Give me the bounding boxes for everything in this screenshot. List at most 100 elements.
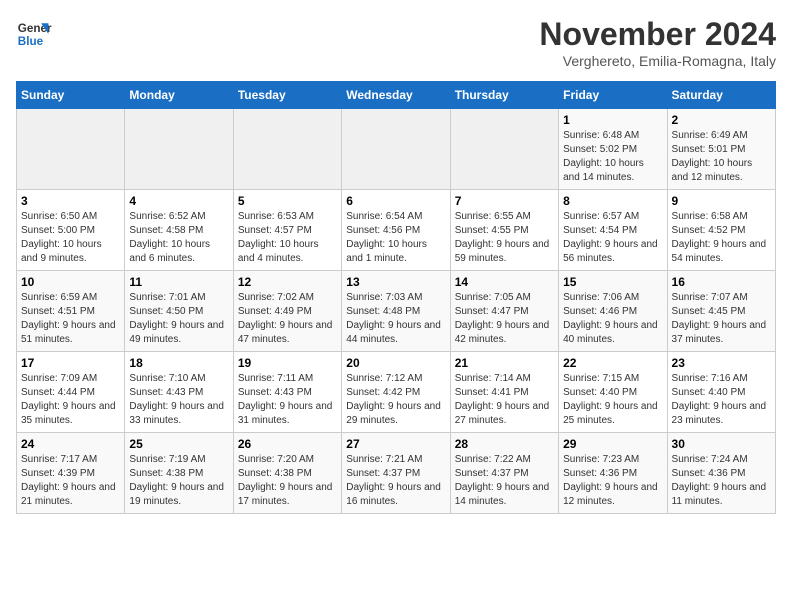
calendar-cell: 14 Sunrise: 7:05 AM Sunset: 4:47 PM Dayli… (450, 271, 558, 352)
day-info: Sunrise: 7:22 AM Sunset: 4:37 PM Dayligh… (455, 453, 554, 509)
day-info: Sunrise: 7:17 AM Sunset: 4:39 PM Dayligh… (21, 453, 120, 509)
calendar-cell: 29Sunrise: 7:23 AM Sunset: 4:36 PM Dayli… (559, 433, 667, 514)
day-number: 18 (129, 356, 228, 370)
week-row-3: 10Sunrise: 6:59 AM Sunset: 4:51 PM Dayli… (17, 271, 776, 352)
day-number: 12 (238, 275, 337, 289)
page-header: General Blue November 2024 Verghereto, E… (16, 16, 776, 69)
day-info: Sunrise: 6:54 AM Sunset: 4:56 PM Dayligh… (346, 210, 445, 266)
day-info: Sunrise: 6:57 AM Sunset: 4:54 PM Dayligh… (563, 210, 662, 266)
week-row-4: 17 Sunrise: 7:09 AM Sunset: 4:44 PM Dayli… (17, 352, 776, 433)
day-number: 26 (238, 437, 337, 451)
day-number: 19 (238, 356, 337, 370)
day-info: Sunrise: 7:07 AM Sunset: 4:45 PM Dayligh… (672, 291, 771, 347)
day-info: Sunrise: 7:10 AM Sunset: 4:43 PM Dayligh… (129, 372, 228, 428)
calendar-cell: 22 Sunrise: 7:15 AM Sunset: 4:40 PM Dayli… (559, 352, 667, 433)
day-info: Sunrise: 7:03 AM Sunset: 4:48 PM Dayligh… (346, 291, 445, 347)
calendar-cell: 8Sunrise: 6:57 AM Sunset: 4:54 PM Daylig… (559, 190, 667, 271)
calendar-cell: 11Sunrise: 7:01 AM Sunset: 4:50 PM Dayli… (125, 271, 233, 352)
calendar-cell: 18 Sunrise: 7:10 AM Sunset: 4:43 PM Dayli… (125, 352, 233, 433)
day-info: Sunrise: 7:15 AM Sunset: 4:40 PM Dayligh… (563, 372, 662, 428)
day-info: Sunrise: 6:58 AM Sunset: 4:52 PM Dayligh… (672, 210, 771, 266)
day-info: Sunrise: 7:09 AM Sunset: 4:44 PM Dayligh… (21, 372, 120, 428)
day-info: Sunrise: 7:01 AM Sunset: 4:50 PM Dayligh… (129, 291, 228, 347)
title-area: November 2024 Verghereto, Emilia-Romagna… (539, 16, 776, 69)
calendar-cell: 4 Sunrise: 6:52 AM Sunset: 4:58 PM Daylig… (125, 190, 233, 271)
day-number: 21 (455, 356, 554, 370)
calendar-cell: 15 Sunrise: 7:06 AM Sunset: 4:46 PM Dayli… (559, 271, 667, 352)
day-number: 28 (455, 437, 554, 451)
calendar-cell: 23 Sunrise: 7:16 AM Sunset: 4:40 PM Dayli… (667, 352, 775, 433)
day-info: Sunrise: 7:24 AM Sunset: 4:36 PM Dayligh… (672, 453, 771, 509)
day-number: 16 (672, 275, 771, 289)
calendar-cell (450, 109, 558, 190)
calendar-cell: 1 Sunrise: 6:48 AM Sunset: 5:02 PM Daylig… (559, 109, 667, 190)
calendar-cell: 25 Sunrise: 7:19 AM Sunset: 4:38 PM Dayli… (125, 433, 233, 514)
day-number: 20 (346, 356, 445, 370)
calendar-title: November 2024 (539, 16, 776, 53)
calendar-cell: 17 Sunrise: 7:09 AM Sunset: 4:44 PM Dayli… (17, 352, 125, 433)
day-number: 4 (129, 194, 228, 208)
week-row-2: 3 Sunrise: 6:50 AM Sunset: 5:00 PM Daylig… (17, 190, 776, 271)
day-number: 3 (21, 194, 120, 208)
header-friday: Friday (559, 82, 667, 109)
svg-text:Blue: Blue (18, 35, 44, 48)
day-info: Sunrise: 7:12 AM Sunset: 4:42 PM Dayligh… (346, 372, 445, 428)
day-number: 5 (238, 194, 337, 208)
calendar-cell: 9 Sunrise: 6:58 AM Sunset: 4:52 PM Daylig… (667, 190, 775, 271)
day-number: 2 (672, 113, 771, 127)
calendar-cell: 26Sunrise: 7:20 AM Sunset: 4:38 PM Dayli… (233, 433, 341, 514)
day-info: Sunrise: 7:19 AM Sunset: 4:38 PM Dayligh… (129, 453, 228, 509)
day-number: 9 (672, 194, 771, 208)
day-number: 15 (563, 275, 662, 289)
calendar-cell: 28 Sunrise: 7:22 AM Sunset: 4:37 PM Dayli… (450, 433, 558, 514)
day-info: Sunrise: 6:53 AM Sunset: 4:57 PM Dayligh… (238, 210, 337, 266)
day-info: Sunrise: 6:48 AM Sunset: 5:02 PM Dayligh… (563, 129, 662, 185)
day-info: Sunrise: 6:49 AM Sunset: 5:01 PM Dayligh… (672, 129, 771, 185)
day-number: 22 (563, 356, 662, 370)
logo-icon: General Blue (16, 16, 52, 52)
day-info: Sunrise: 7:16 AM Sunset: 4:40 PM Dayligh… (672, 372, 771, 428)
header-sunday: Sunday (17, 82, 125, 109)
calendar-cell: 21 Sunrise: 7:14 AM Sunset: 4:41 PM Dayli… (450, 352, 558, 433)
header-monday: Monday (125, 82, 233, 109)
calendar-cell: 6 Sunrise: 6:54 AM Sunset: 4:56 PM Daylig… (342, 190, 450, 271)
day-number: 17 (21, 356, 120, 370)
calendar-cell: 24 Sunrise: 7:17 AM Sunset: 4:39 PM Dayli… (17, 433, 125, 514)
day-info: Sunrise: 6:55 AM Sunset: 4:55 PM Dayligh… (455, 210, 554, 266)
day-info: Sunrise: 7:14 AM Sunset: 4:41 PM Dayligh… (455, 372, 554, 428)
calendar-cell: 19Sunrise: 7:11 AM Sunset: 4:43 PM Dayli… (233, 352, 341, 433)
day-info: Sunrise: 7:21 AM Sunset: 4:37 PM Dayligh… (346, 453, 445, 509)
calendar-cell: 16 Sunrise: 7:07 AM Sunset: 4:45 PM Dayli… (667, 271, 775, 352)
day-info: Sunrise: 7:06 AM Sunset: 4:46 PM Dayligh… (563, 291, 662, 347)
calendar-cell: 20 Sunrise: 7:12 AM Sunset: 4:42 PM Dayli… (342, 352, 450, 433)
day-info: Sunrise: 7:02 AM Sunset: 4:49 PM Dayligh… (238, 291, 337, 347)
day-number: 23 (672, 356, 771, 370)
day-number: 10 (21, 275, 120, 289)
calendar-cell: 3 Sunrise: 6:50 AM Sunset: 5:00 PM Daylig… (17, 190, 125, 271)
day-number: 25 (129, 437, 228, 451)
day-number: 24 (21, 437, 120, 451)
calendar-cell (17, 109, 125, 190)
week-row-1: 1 Sunrise: 6:48 AM Sunset: 5:02 PM Daylig… (17, 109, 776, 190)
day-info: Sunrise: 6:50 AM Sunset: 5:00 PM Dayligh… (21, 210, 120, 266)
day-info: Sunrise: 7:05 AM Sunset: 4:47 PM Dayligh… (455, 291, 554, 347)
header-tuesday: Tuesday (233, 82, 341, 109)
header-saturday: Saturday (667, 82, 775, 109)
day-number: 1 (563, 113, 662, 127)
day-number: 27 (346, 437, 445, 451)
day-info: Sunrise: 6:52 AM Sunset: 4:58 PM Dayligh… (129, 210, 228, 266)
day-number: 6 (346, 194, 445, 208)
header-thursday: Thursday (450, 82, 558, 109)
calendar-cell: 12 Sunrise: 7:02 AM Sunset: 4:49 PM Dayli… (233, 271, 341, 352)
header-wednesday: Wednesday (342, 82, 450, 109)
calendar-cell (125, 109, 233, 190)
header-row: Sunday Monday Tuesday Wednesday Thursday… (17, 82, 776, 109)
calendar-cell: 10Sunrise: 6:59 AM Sunset: 4:51 PM Dayli… (17, 271, 125, 352)
calendar-cell: 7 Sunrise: 6:55 AM Sunset: 4:55 PM Daylig… (450, 190, 558, 271)
day-number: 14 (455, 275, 554, 289)
calendar-cell: 5 Sunrise: 6:53 AM Sunset: 4:57 PM Daylig… (233, 190, 341, 271)
day-number: 13 (346, 275, 445, 289)
calendar-subtitle: Verghereto, Emilia-Romagna, Italy (539, 53, 776, 69)
calendar-cell (233, 109, 341, 190)
day-number: 7 (455, 194, 554, 208)
